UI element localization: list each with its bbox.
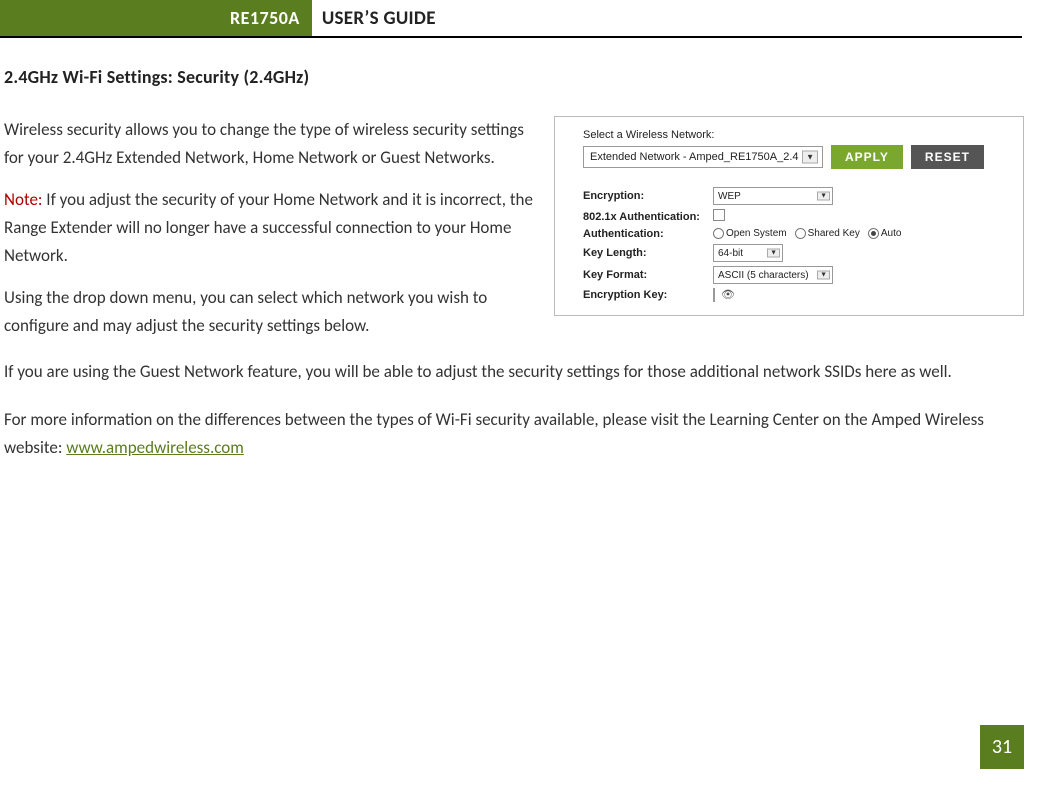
key-format-label: Key Format: <box>583 269 713 281</box>
select-network-label: Select a Wireless Network: <box>583 129 1009 141</box>
page-number: 31 <box>980 725 1024 769</box>
apply-button[interactable]: APPLY <box>831 145 903 169</box>
key-length-value: 64-bit <box>718 248 743 259</box>
encryption-select[interactable]: WEP <box>713 187 833 205</box>
radio-open-system-label: Open System <box>726 229 787 240</box>
radio-open-system[interactable] <box>713 228 724 239</box>
key-length-select[interactable]: 64-bit <box>713 244 783 262</box>
encryption-key-label: Encryption Key: <box>583 289 713 301</box>
encryption-label: Encryption: <box>583 190 713 202</box>
header-band: RE1750A USER’S GUIDE <box>0 0 1022 38</box>
radio-shared-key-label: Shared Key <box>808 229 860 240</box>
body-left-column: Wireless security allows you to change t… <box>4 116 534 354</box>
reset-button[interactable]: RESET <box>911 145 984 169</box>
paragraph-note-body: If you adjust the security of your Home … <box>4 189 533 266</box>
dot1x-checkbox[interactable] <box>713 209 725 221</box>
radio-auto[interactable] <box>868 228 879 239</box>
network-select-value: Extended Network - Amped_RE1750A_2.4 <box>590 151 799 163</box>
network-select[interactable]: Extended Network - Amped_RE1750A_2.4 <box>583 146 823 168</box>
key-length-label: Key Length: <box>583 247 713 259</box>
radio-shared-key[interactable] <box>795 228 806 239</box>
header-model: RE1750A <box>0 0 312 36</box>
authentication-label: Authentication: <box>583 228 713 240</box>
body-below-text: If you are using the Guest Network featu… <box>4 358 1024 462</box>
key-format-select[interactable]: ASCII (5 characters) <box>713 266 833 284</box>
paragraph-intro: Wireless security allows you to change t… <box>4 116 534 172</box>
key-format-value: ASCII (5 characters) <box>718 270 809 281</box>
page-content: 2.4GHz Wi-Fi Settings: Security (2.4GHz)… <box>0 38 1042 462</box>
note-label: Note: <box>4 189 42 210</box>
amped-wireless-link[interactable]: www.ampedwireless.com <box>66 437 244 458</box>
encryption-key-input[interactable] <box>713 288 715 302</box>
settings-panel-figure: Select a Wireless Network: Extended Netw… <box>554 116 1024 316</box>
section-heading: 2.4GHz Wi-Fi Settings: Security (2.4GHz) <box>4 66 1024 88</box>
radio-auto-label: Auto <box>881 229 902 240</box>
paragraph-more-info: For more information on the differences … <box>4 406 1024 462</box>
eye-icon[interactable]: 👁 <box>721 289 735 301</box>
encryption-select-value: WEP <box>718 191 741 202</box>
header-title: USER’S GUIDE <box>312 7 436 30</box>
authentication-radiogroup: Open System Shared Key Auto <box>713 228 1009 239</box>
paragraph-dropdown: Using the drop down menu, you can select… <box>4 284 534 340</box>
paragraph-guest-network: If you are using the Guest Network featu… <box>4 358 1024 386</box>
paragraph-note: Note: If you adjust the security of your… <box>4 186 534 270</box>
dot1x-label: 802.1x Authentication: <box>583 211 713 223</box>
